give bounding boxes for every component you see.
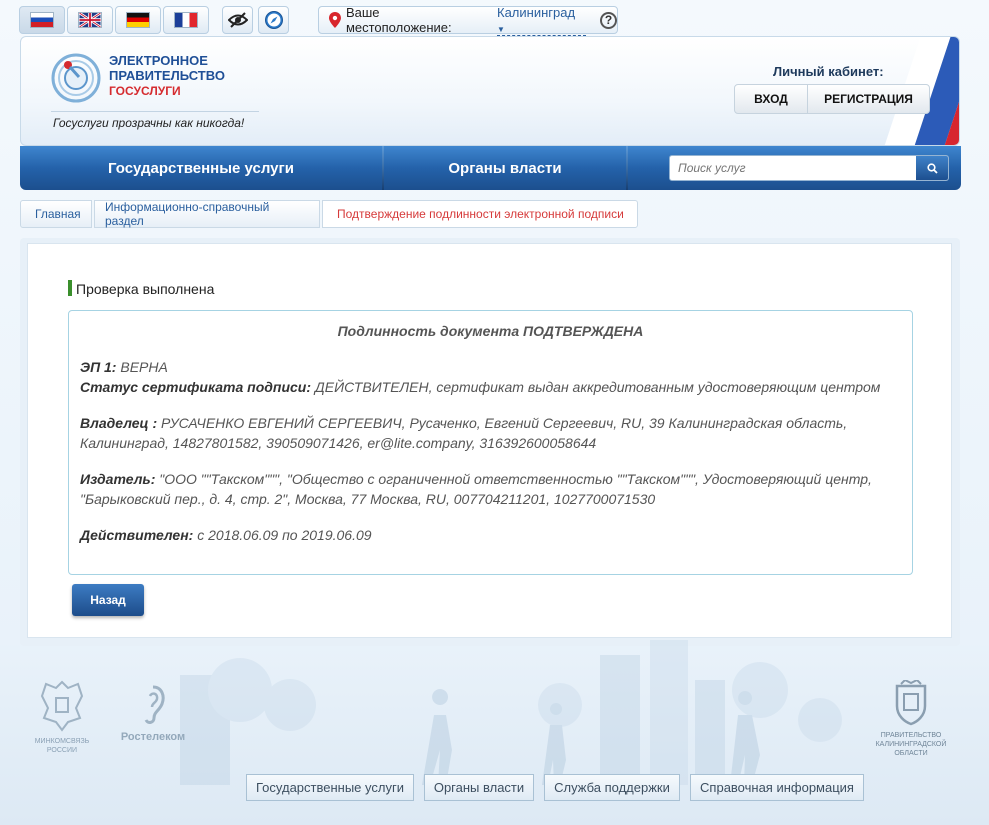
location-box: Ваше местоположение: Калининград ▼ ?: [318, 4, 618, 36]
kaliningrad-coat-of-arms-icon: [895, 678, 927, 726]
main-nav: Государственные услуги Органы власти: [20, 146, 961, 190]
search-box: [669, 155, 949, 181]
signature-value: ВЕРНА: [120, 359, 168, 375]
certificate-line: Статус сертификата подписи: ДЕЙСТВИТЕЛЕН…: [80, 379, 880, 395]
lang-en-button[interactable]: [67, 6, 113, 34]
eye-icon: [227, 12, 248, 28]
status-title: Проверка выполнена: [76, 281, 215, 297]
russia-flag-icon: [30, 12, 54, 28]
help-icon[interactable]: ?: [600, 11, 618, 29]
rostelecom-label: Ростелеком: [120, 731, 186, 743]
breadcrumb-current-label: Подтверждение подлинности электронной по…: [337, 207, 624, 221]
minsvyaz-label: МИНКОМСВЯЗЬ РОССИИ: [34, 738, 90, 754]
lang-ru-button[interactable]: [19, 6, 65, 34]
validity-value: с 2018.06.09 по 2019.06.09: [197, 527, 372, 543]
back-button[interactable]: Назад: [72, 584, 144, 616]
register-button[interactable]: РЕГИСТРАЦИЯ: [807, 84, 930, 114]
coat-of-arms-icon: [40, 680, 84, 732]
issuer-line-2: "Барыковский пер., д. 4, стр. 2", Москва…: [80, 491, 656, 507]
logo[interactable]: ЭЛЕКТРОННОЕ ПРАВИТЕЛЬСТВО ГОСУСЛУГИ: [51, 49, 251, 109]
rostelecom-icon: [144, 685, 165, 724]
accessibility-button[interactable]: [222, 6, 253, 34]
logo-line3: ГОСУСЛУГИ: [109, 84, 181, 98]
kaliningrad-gov-label: ПРАВИТЕЛЬСТВО КАЛИНИНГРАДСКОЙ ОБЛАСТИ: [875, 732, 947, 757]
certificate-value: ДЕЙСТВИТЕЛЕН, сертификат выдан аккредито…: [314, 379, 881, 395]
issuer-value: "ООО ""Такском""", "Общество с ограничен…: [159, 471, 872, 487]
footer-link-reference[interactable]: Справочная информация: [690, 774, 864, 801]
signature-line: ЭП 1: ВЕРНА: [80, 359, 168, 375]
france-flag-icon: [174, 12, 198, 28]
issuer-label: Издатель:: [80, 471, 156, 487]
logo-line2: ПРАВИТЕЛЬСТВО: [109, 68, 225, 83]
cabinet-label: Личный кабинет:: [773, 64, 884, 79]
owner-label: Владелец :: [80, 415, 158, 431]
owner-line-2: Калининград, 14827801582, 390509071426, …: [80, 435, 597, 451]
nav-authorities[interactable]: Органы власти: [384, 146, 626, 190]
header-divider: [51, 111, 259, 112]
logo-line1: ЭЛЕКТРОННОЕ: [109, 53, 208, 68]
status-marker: [68, 280, 72, 296]
result-heading: Подлинность документа ПОДТВЕРЖДЕНА: [337, 323, 644, 339]
lang-de-button[interactable]: [115, 6, 161, 34]
location-select[interactable]: Калининград ▼: [497, 4, 587, 36]
nav-services[interactable]: Государственные услуги: [20, 146, 382, 190]
footer-link-services[interactable]: Государственные услуги: [246, 774, 414, 801]
validity-label: Действителен:: [80, 527, 194, 543]
owner-value: РУСАЧЕНКО ЕВГЕНИЙ СЕРГЕЕВИЧ, Русаченко, …: [161, 415, 848, 431]
breadcrumb-section-label: Информационно-справочный раздел: [105, 200, 270, 228]
breadcrumb-home[interactable]: Главная: [20, 200, 92, 228]
breadcrumb-home-label: Главная: [35, 207, 81, 221]
compass-icon: [264, 11, 283, 29]
signature-label: ЭП 1:: [80, 359, 117, 375]
breadcrumb-current: Подтверждение подлинности электронной по…: [322, 200, 638, 228]
validity-line: Действителен: с 2018.06.09 по 2019.06.09: [80, 527, 372, 543]
location-pin-icon: [329, 12, 341, 28]
verification-result: Подлинность документа ПОДТВЕРЖДЕНА ЭП 1:…: [68, 310, 913, 575]
search-input[interactable]: [670, 156, 916, 180]
location-value: Калининград: [497, 4, 576, 20]
lang-fr-button[interactable]: [163, 6, 209, 34]
content-area: Проверка выполнена Подлинность документа…: [20, 238, 960, 646]
content-panel: Проверка выполнена Подлинность документа…: [27, 243, 952, 638]
uk-flag-icon: [78, 12, 102, 28]
minsvyaz-logo[interactable]: МИНКОМСВЯЗЬ РОССИИ: [30, 678, 94, 754]
issuer-line: Издатель: "ООО ""Такском""", "Общество с…: [80, 471, 872, 487]
footer-link-authorities[interactable]: Органы власти: [424, 774, 534, 801]
footer-link-support[interactable]: Служба поддержки: [544, 774, 680, 801]
nav-separator: [626, 146, 628, 190]
gosuslugi-logo-icon: [51, 53, 101, 103]
germany-flag-icon: [126, 12, 150, 28]
breadcrumb-section[interactable]: Информационно-справочный раздел: [94, 200, 320, 228]
site-header: ЭЛЕКТРОННОЕ ПРАВИТЕЛЬСТВО ГОСУСЛУГИ Госу…: [20, 36, 960, 146]
owner-line: Владелец : РУСАЧЕНКО ЕВГЕНИЙ СЕРГЕЕВИЧ, …: [80, 415, 847, 431]
slogan: Госуслуги прозрачны как никогда!: [53, 116, 245, 130]
search-button[interactable]: [916, 156, 948, 180]
login-button[interactable]: ВХОД: [734, 84, 808, 114]
chevron-down-icon: ▼: [497, 24, 505, 34]
rostelecom-logo[interactable]: Ростелеком: [118, 684, 188, 744]
search-icon: [926, 162, 938, 174]
kaliningrad-gov-logo[interactable]: ПРАВИТЕЛЬСТВО КАЛИНИНГРАДСКОЙ ОБЛАСТИ: [866, 678, 956, 757]
map-button[interactable]: [258, 6, 289, 34]
certificate-label: Статус сертификата подписи:: [80, 379, 312, 395]
location-label: Ваше местоположение:: [345, 5, 452, 35]
